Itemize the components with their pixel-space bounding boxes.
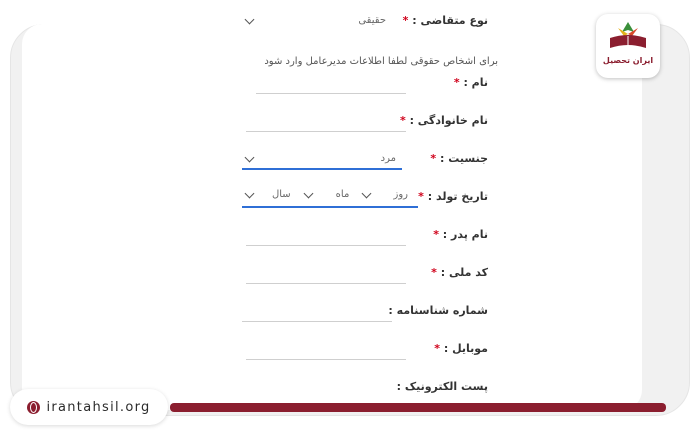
email-label: پست الکترونیک :	[396, 380, 488, 393]
birth-date-selects: روز ماه سال	[242, 188, 418, 208]
birth-date-row: تاریخ تولد : * روز ماه سال	[242, 188, 488, 228]
mobile-input[interactable]	[246, 359, 406, 360]
birth-year-select[interactable]: سال	[242, 188, 301, 206]
mobile-row: موبایل : *	[242, 342, 488, 380]
id-number-input[interactable]	[242, 321, 392, 322]
birth-day-select[interactable]: روز	[359, 188, 418, 206]
id-number-label: شماره شناسنامه :	[388, 304, 488, 317]
site-url-badge: irantahsil.org	[10, 389, 168, 425]
email-row: پست الکترونیک :	[242, 380, 488, 400]
footer-accent-bar	[170, 403, 666, 412]
site-logo: ایران تحصیل	[596, 14, 660, 78]
last-name-label: نام خانوادگی : *	[399, 114, 488, 127]
chevron-down-icon	[361, 188, 372, 199]
last-name-row: نام خانوادگی : *	[242, 114, 488, 152]
father-name-input[interactable]	[246, 245, 406, 246]
book-logo-icon	[610, 22, 646, 48]
site-url: irantahsil.org	[46, 399, 151, 415]
applicant-type-row: نوع متقاضی : * حقیقی	[242, 14, 488, 42]
registration-form: نوع متقاضی : * حقیقی برای اشخاص حقوقی لط…	[242, 14, 498, 400]
first-name-row: نام : *	[242, 76, 488, 114]
national-code-row: کد ملی : *	[242, 266, 488, 304]
chevron-down-icon	[244, 188, 255, 199]
father-name-row: نام پدر : *	[242, 228, 488, 266]
first-name-input[interactable]	[256, 93, 406, 94]
legal-entity-info: برای اشخاص حقوقی لطفا اطلاعات مدیرعامل و…	[264, 56, 498, 67]
birth-day-value: روز	[393, 189, 409, 200]
gender-select[interactable]: مرد	[242, 152, 402, 170]
applicant-type-value: حقیقی	[358, 15, 386, 26]
birth-year-value: سال	[271, 189, 291, 200]
gender-row: جنسیت : * مرد	[242, 152, 488, 190]
chevron-down-icon	[244, 14, 255, 25]
father-name-label: نام پدر : *	[433, 228, 488, 241]
first-name-label: نام : *	[453, 76, 488, 89]
national-code-label: کد ملی : *	[431, 266, 488, 279]
national-code-input[interactable]	[246, 283, 406, 284]
chevron-down-icon	[303, 188, 314, 199]
globe-icon	[27, 400, 41, 414]
applicant-type-select[interactable]: حقیقی	[242, 14, 392, 30]
chevron-down-icon	[244, 152, 255, 163]
last-name-input[interactable]	[246, 131, 406, 132]
logo-text: ایران تحصیل	[602, 56, 654, 65]
birth-month-select[interactable]: ماه	[301, 188, 360, 206]
birth-month-value: ماه	[335, 189, 350, 200]
gender-value: مرد	[380, 153, 396, 164]
id-number-row: شماره شناسنامه :	[242, 304, 488, 342]
mobile-label: موبایل : *	[434, 342, 488, 355]
